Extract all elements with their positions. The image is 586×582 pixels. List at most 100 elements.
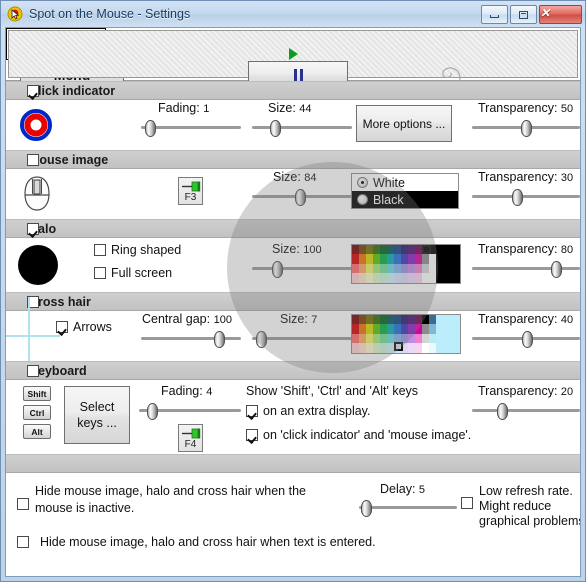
slider-knob[interactable]	[295, 189, 306, 206]
click-transparency-slider[interactable]	[472, 120, 580, 137]
slider-knob[interactable]	[522, 331, 534, 348]
radio-black[interactable]	[357, 194, 368, 205]
section-body-mouse-image: F3 Size: 84 White Black Transparency: 30	[6, 169, 580, 219]
slider-knob[interactable]	[497, 403, 509, 420]
halo-transparency-slider[interactable]	[472, 261, 580, 278]
select-keys-line2: keys ...	[77, 416, 117, 430]
halo-checkbox[interactable]	[27, 223, 39, 235]
top-toolbar: Menu	[6, 28, 580, 105]
slider-track	[472, 267, 580, 270]
hide-inactive-line2: mouse is inactive.	[35, 501, 135, 515]
keyboard-checkbox[interactable]	[27, 365, 39, 377]
halo-ring-shaped-checkbox[interactable]	[94, 244, 106, 256]
hide-inactive-checkbox[interactable]	[17, 497, 29, 515]
keyboard-click-indicator-row[interactable]: on 'click indicator' and 'mouse image'.	[246, 428, 471, 442]
slider-knob[interactable]	[521, 120, 532, 137]
section-header-mouse-image[interactable]: Mouse image	[6, 150, 580, 169]
keyboard-extra-display-row[interactable]: on an extra display.	[246, 404, 370, 418]
keycap-shift[interactable]: Shift	[23, 386, 51, 401]
click-indicator-preview	[20, 109, 52, 146]
section-header-halo[interactable]: Halo	[6, 219, 580, 238]
select-keys-button[interactable]: Select keys ...	[64, 386, 130, 444]
slider-knob[interactable]	[145, 120, 156, 137]
close-button[interactable]: ✕	[539, 4, 582, 24]
cross-transparency-label: Transparency: 40	[478, 312, 574, 326]
slider-knob[interactable]	[214, 331, 225, 348]
slider-knob[interactable]	[551, 261, 563, 278]
mouse-color-option-white[interactable]: White	[352, 174, 458, 191]
click-size-slider[interactable]	[252, 120, 352, 137]
mouse-image-title: Mouse image	[29, 152, 109, 167]
crosshair-h-line	[6, 335, 60, 337]
click-fading-slider[interactable]	[141, 120, 241, 137]
slider-knob[interactable]	[256, 331, 267, 348]
section-body-cross-hair: Arrows Central gap: 100 Size: 7 Transpar…	[6, 297, 580, 361]
halo-full-screen-checkbox[interactable]	[94, 267, 106, 279]
maximize-button[interactable]	[510, 4, 537, 24]
slider-track	[359, 506, 457, 509]
cross-transparency-slider[interactable]	[472, 331, 580, 348]
cross-palette-grid[interactable]	[352, 315, 436, 353]
click-fading-label: Fading: 1	[158, 101, 210, 115]
mouse-size-slider[interactable]	[252, 189, 352, 206]
cross-hair-color-palette[interactable]	[351, 314, 461, 354]
keycap-alt[interactable]: Alt	[23, 424, 51, 439]
slider-knob[interactable]	[270, 120, 281, 137]
keycap-ctrl[interactable]: Ctrl	[23, 405, 51, 420]
mouse-transparency-slider[interactable]	[472, 189, 580, 206]
play-button-frame	[6, 28, 578, 78]
halo-palette-grid[interactable]	[352, 245, 436, 283]
slider-knob[interactable]	[147, 403, 159, 420]
keyboard-transparency-slider[interactable]	[472, 403, 580, 420]
mouse-color-white-label: White	[373, 175, 405, 190]
slider-knob[interactable]	[360, 500, 372, 517]
halo-ring-shaped-row[interactable]: Ring shaped	[94, 243, 181, 257]
cross-central-gap-slider[interactable]	[141, 331, 241, 348]
hide-text-entered-checkbox[interactable]	[17, 536, 29, 548]
minimize-button[interactable]	[481, 4, 508, 24]
window-controls: ✕	[481, 4, 582, 24]
hide-text-entered-label: Hide mouse image, halo and cross hair wh…	[40, 535, 376, 549]
pin-icon	[182, 181, 201, 192]
keyboard-fading-slider[interactable]	[139, 403, 241, 420]
section-header-click-indicator[interactable]: Click indicator	[6, 81, 580, 100]
mouse-color-option-black[interactable]: Black	[352, 191, 458, 208]
hide-inactive-line1: Hide mouse image, halo and cross hair wh…	[35, 484, 306, 498]
section-header-cross-hair[interactable]: Cross hair	[6, 292, 580, 311]
keyboard-extra-display-label: on an extra display.	[263, 404, 371, 418]
delay-label: Delay: 5	[380, 482, 426, 496]
halo-color-preview	[436, 245, 460, 283]
keyboard-extra-display-checkbox[interactable]	[246, 405, 258, 417]
keyboard-f4-button[interactable]: F4	[178, 424, 203, 452]
mouse-color-listbox[interactable]: White Black	[351, 173, 459, 209]
mouse-image-preview	[22, 175, 52, 218]
keyboard-click-indicator-label: on 'click indicator' and 'mouse image'.	[263, 428, 472, 442]
mouse-transparency-label: Transparency: 30	[478, 170, 574, 184]
halo-color-palette[interactable]	[351, 244, 461, 284]
mouse-image-f3-label: F3	[184, 192, 197, 203]
more-options-button[interactable]: More options ...	[356, 105, 452, 142]
halo-full-screen-row[interactable]: Full screen	[94, 266, 172, 280]
slider-knob[interactable]	[272, 261, 283, 278]
halo-preview	[18, 245, 58, 285]
cross-size-slider[interactable]	[252, 331, 352, 348]
mouse-image-f3-button[interactable]: F3	[178, 177, 203, 205]
radio-white[interactable]	[357, 177, 368, 188]
click-indicator-checkbox[interactable]	[27, 85, 39, 97]
window-title: Spot on the Mouse - Settings	[29, 7, 191, 21]
slider-knob[interactable]	[512, 189, 524, 206]
title-bar: Spot on the Mouse - Settings ✕	[1, 1, 585, 27]
mouse-image-checkbox[interactable]	[27, 154, 39, 166]
delay-slider[interactable]	[359, 500, 457, 517]
keyboard-click-indicator-checkbox[interactable]	[246, 429, 258, 441]
low-refresh-line3: graphical problems.	[479, 514, 581, 528]
maximize-icon	[519, 10, 528, 19]
halo-size-slider[interactable]	[252, 261, 352, 278]
low-refresh-checkbox[interactable]	[461, 496, 473, 514]
mouse-color-black-label: Black	[373, 192, 404, 207]
section-header-footer	[6, 454, 580, 473]
section-header-keyboard[interactable]: Keyboard	[6, 361, 580, 380]
hide-text-entered-row[interactable]: Hide mouse image, halo and cross hair wh…	[17, 535, 376, 549]
click-indicator-title: Click indicator	[29, 83, 116, 98]
slider-track	[252, 126, 352, 129]
